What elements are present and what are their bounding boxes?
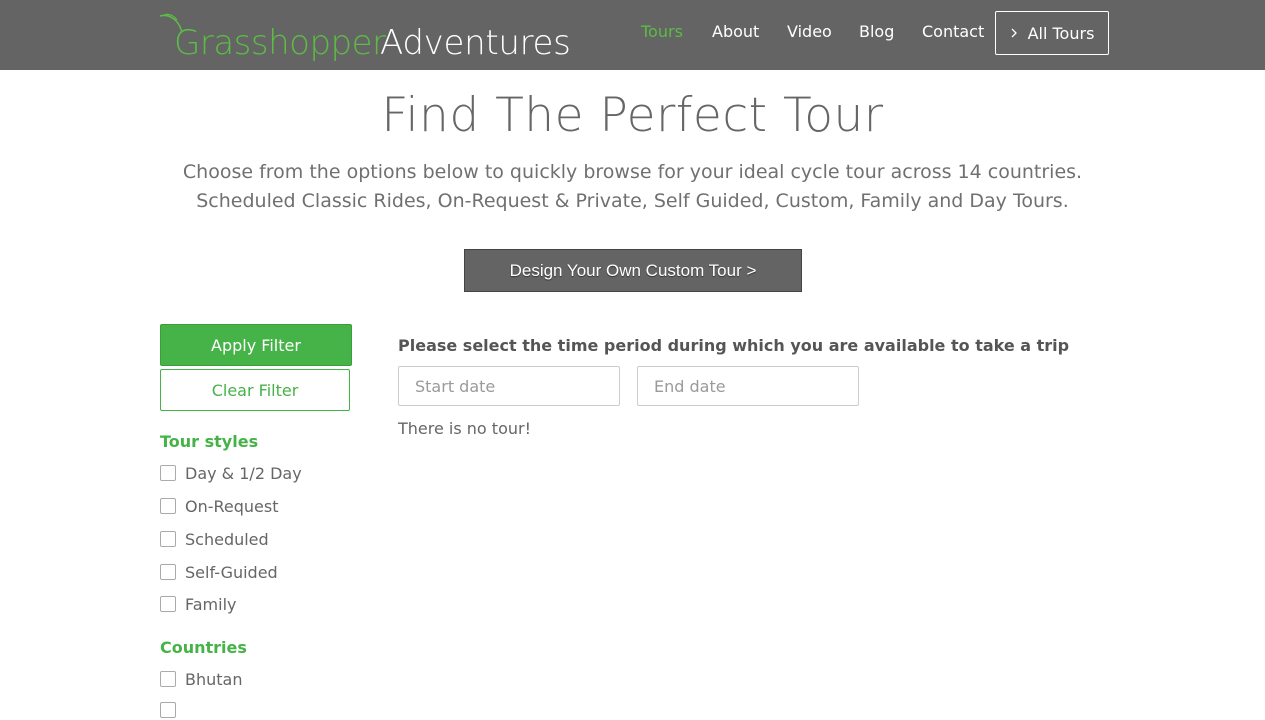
apply-filter-button[interactable]: Apply Filter bbox=[160, 324, 352, 366]
self-guided-checkbox[interactable] bbox=[160, 564, 176, 580]
nav-about[interactable]: About bbox=[712, 22, 759, 41]
bhutan-checkbox[interactable] bbox=[160, 671, 176, 687]
end-date-input[interactable] bbox=[637, 366, 859, 406]
time-period-label: Please select the time period during whi… bbox=[398, 336, 1070, 355]
tour-style-family[interactable]: Family bbox=[160, 594, 236, 614]
nav-video[interactable]: Video bbox=[787, 22, 832, 41]
start-date-input[interactable] bbox=[398, 366, 620, 406]
on-request-checkbox[interactable] bbox=[160, 498, 176, 514]
intro-line-1: Choose from the options below to quickly… bbox=[182, 161, 1083, 183]
checkbox-label: Day & 1/2 Day bbox=[185, 463, 302, 483]
all-tours-button[interactable]: All Tours bbox=[995, 11, 1109, 55]
scheduled-checkbox[interactable] bbox=[160, 531, 176, 547]
all-tours-label: All Tours bbox=[1027, 23, 1095, 43]
country-checkbox[interactable] bbox=[160, 702, 176, 718]
intro-line-2: Scheduled Classic Rides, On-Request & Pr… bbox=[196, 190, 1069, 212]
empty-results-message: There is no tour! bbox=[398, 419, 531, 438]
chevron-right-icon bbox=[1011, 28, 1017, 38]
country-bhutan[interactable]: Bhutan bbox=[160, 669, 242, 689]
day-checkbox[interactable] bbox=[160, 465, 176, 481]
clear-filter-button[interactable]: Clear Filter bbox=[160, 369, 350, 411]
checkbox-label: On-Request bbox=[185, 496, 279, 516]
family-checkbox[interactable] bbox=[160, 596, 176, 612]
tour-styles-heading: Tour styles bbox=[160, 432, 259, 451]
tour-style-scheduled[interactable]: Scheduled bbox=[160, 529, 269, 549]
tour-style-self-guided[interactable]: Self-Guided bbox=[160, 562, 278, 582]
checkbox-label: Bhutan bbox=[185, 669, 243, 689]
checkbox-label: Self-Guided bbox=[185, 562, 278, 582]
nav-contact[interactable]: Contact bbox=[922, 22, 984, 41]
design-custom-tour-button[interactable]: Design Your Own Custom Tour > bbox=[464, 249, 802, 292]
logo-text-grasshopper: Grasshopper bbox=[174, 23, 386, 63]
page-title: Find The Perfect Tour bbox=[381, 88, 884, 143]
nav-tours[interactable]: Tours bbox=[641, 22, 683, 41]
country-next-partial[interactable] bbox=[160, 700, 176, 720]
checkbox-label: Family bbox=[185, 594, 237, 614]
logo-text-adventures: Adventures bbox=[380, 23, 571, 63]
checkbox-label: Scheduled bbox=[185, 529, 269, 549]
tour-style-day[interactable]: Day & 1/2 Day bbox=[160, 463, 302, 483]
tour-style-on-request[interactable]: On-Request bbox=[160, 496, 279, 516]
top-navigation-bar: Grasshopper Adventures Tours About Video… bbox=[0, 0, 1265, 70]
countries-heading: Countries bbox=[160, 638, 247, 657]
nav-blog[interactable]: Blog bbox=[859, 22, 894, 41]
